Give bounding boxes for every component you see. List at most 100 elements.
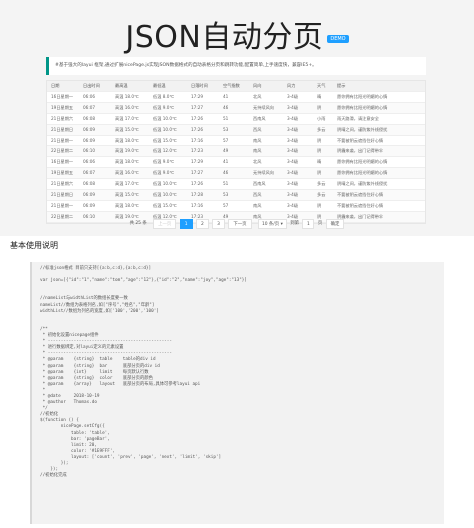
table-cell: 06:06 [79, 156, 111, 169]
table-cell: 57 [219, 200, 249, 212]
table-row: 21日星期六 06:08 高温 17.0℃ 低温 10.0℃ 17:26 51 西南风 3-4… [47, 113, 425, 125]
table-cell: 阴晴之间，谨防紫外线侵扰 [333, 178, 425, 191]
table-body: 16日星期一 06:06 高温 18.0℃ 低温 8.0℃ 17:29 41 北风 3-4级晴… [47, 91, 425, 223]
table-cell: 3-4级 [283, 167, 313, 180]
prev-page-button[interactable]: 上一页 [153, 219, 177, 229]
table-cell: 17:29 [187, 156, 219, 169]
table-cell: 晴 [313, 156, 333, 169]
page-button-3[interactable]: 3 [212, 219, 225, 229]
table-cell: 晴 [313, 91, 333, 103]
table-cell: 低温 9.0℃ [149, 156, 187, 169]
table-cell: 多云 [313, 189, 333, 201]
code-block: //标准json格式 目前只支持[{a:b,c:d},{a:b,c:d}] var… [30, 262, 444, 524]
table-cell: 3-4级 [283, 135, 313, 147]
page-size-value: 10 条/页 [261, 222, 280, 227]
skip-suffix: 页 [317, 221, 323, 226]
notice-banner: #基于强大的layui 框架,通过扩展nicePage.js实现JSON数据格式… [46, 57, 426, 75]
code-line: //初始化完成 [40, 473, 67, 479]
table-cell: 06:09 [79, 124, 111, 136]
table-cell: 06:09 [79, 200, 111, 212]
next-page-button[interactable]: 下一页 [228, 219, 252, 229]
table-cell: 低温 15.0℃ [149, 200, 187, 212]
table-cell: 51 [219, 178, 249, 191]
table-cell: 06:06 [79, 91, 111, 103]
table-cell: 3-4级 [283, 124, 313, 136]
table-cell: 无持续风向 [249, 102, 283, 114]
table-cell: 低温 10.0℃ [149, 178, 187, 191]
table-cell: 阴 [313, 167, 333, 180]
table-cell: 17:16 [187, 135, 219, 147]
table-cell: 17:16 [187, 200, 219, 212]
table-cell: 06:08 [79, 113, 111, 125]
table-cell: 17:27 [187, 167, 219, 180]
table-cell: 高温 16.0℃ [111, 102, 149, 114]
table-cell: 3-4级 [283, 156, 313, 169]
table-cell: 低温 12.0℃ [149, 145, 187, 158]
page-size-select[interactable]: 10 条/页 ▾ [257, 219, 287, 229]
column-header: 风向 [249, 81, 283, 92]
table-cell: 16日星期一 [47, 156, 79, 169]
table-row: 22日星期二 06:10 高温 19.0℃ 低温 12.0℃ 17:23 49 南风 3-4级… [47, 145, 425, 158]
table-cell: 愿你拥有比阳光明媚的心情 [333, 102, 425, 114]
table-row: 16日星期一 06:06 高温 18.0℃ 低温 9.0℃ 17:29 41 北风 3-4级晴… [47, 156, 425, 169]
table-row: 21日星期六 06:08 高温 17.0℃ 低温 10.0℃ 17:26 51 西南风 3-4… [47, 178, 425, 191]
table-cell: 17:28 [187, 189, 219, 201]
table-cell: 06:07 [79, 102, 111, 114]
table-cell: 17:23 [187, 145, 219, 158]
column-header: 日出时间 [79, 81, 111, 92]
table-cell: 06:09 [79, 135, 111, 147]
table-cell: 低温 8.0℃ [149, 91, 187, 103]
column-header: 日期 [47, 81, 79, 92]
page-title: JSON自动分页 [125, 20, 324, 55]
table-cell: 53 [219, 189, 249, 201]
table-cell: 46 [219, 102, 249, 114]
table-row: 16日星期一 06:06 高温 18.0℃ 低温 8.0℃ 17:29 41 北风 3-4级晴… [47, 91, 425, 103]
demo-badge: DEMO [327, 34, 349, 43]
skip-prefix: 到第 [290, 221, 300, 226]
page-button-1[interactable]: 1 [179, 219, 193, 229]
column-header: 天气 [313, 81, 333, 92]
table-cell: 49 [219, 145, 249, 158]
table-cell: 22日星期二 [47, 145, 79, 158]
table-cell: 不要被阴云遮挡住好心情 [333, 135, 425, 147]
page-button-2[interactable]: 2 [195, 219, 209, 229]
table-cell: 阴霾来袭，出门记得带伞 [333, 145, 425, 158]
table-cell: 21日星期六 [47, 113, 79, 125]
table-cell: 3-4级 [283, 200, 313, 212]
table-cell: 阴 [313, 145, 333, 158]
table-cell: 06:10 [79, 145, 111, 158]
table-cell: 无持续风向 [249, 167, 283, 180]
section-title: 基本使用说明 [10, 241, 58, 250]
table-cell: 低温 10.0℃ [149, 189, 187, 201]
table-row: 19日星期五 06:07 高温 16.0℃ 低温 9.0℃ 17:27 46 无持续风向 3-… [47, 167, 425, 180]
column-header: 空气指数 [219, 81, 249, 92]
table-row: 21日星期一 06:09 高温 18.0℃ 低温 15.0℃ 17:16 57 南风 3-4级… [47, 135, 425, 147]
table-cell: 高温 18.0℃ [111, 135, 149, 147]
skip-page-input[interactable]: 1 [302, 219, 315, 229]
table-cell: 南风 [249, 200, 283, 212]
table-cell: 3-4级 [283, 102, 313, 114]
table-cell: 西南风 [249, 113, 283, 125]
table-cell: 21日星期日 [47, 189, 79, 201]
table-cell: 高温 15.0℃ [111, 189, 149, 201]
table-cell: 小雨 [313, 113, 333, 125]
go-button[interactable]: 确定 [325, 219, 345, 229]
column-header: 提示 [333, 81, 425, 92]
table-cell: 51 [219, 113, 249, 125]
table-cell: 高温 18.0℃ [111, 91, 149, 103]
table-cell: 低温 9.0℃ [149, 102, 187, 114]
column-header: 风力 [283, 81, 313, 92]
table-cell: 21日星期一 [47, 200, 79, 212]
table-cell: 愿你拥有比阳光明媚的心情 [333, 167, 425, 180]
table-cell: 南风 [249, 135, 283, 147]
table-cell: 06:08 [79, 178, 111, 191]
pager-count: 共 25 条 [129, 221, 147, 226]
table-cell: 21日星期六 [47, 178, 79, 191]
table-cell: 不要被阴云遮挡住好心情 [333, 189, 425, 201]
table-cell: 低温 10.0℃ [149, 124, 187, 136]
table-cell: 41 [219, 156, 249, 169]
table-cell: 41 [219, 91, 249, 103]
table-cell: 低温 10.0℃ [149, 113, 187, 125]
table-row: 19日星期五 06:07 高温 16.0℃ 低温 9.0℃ 17:27 46 无持续风向 3-… [47, 102, 425, 114]
table-cell: 愿你拥有比阳光明媚的心情 [333, 91, 425, 103]
